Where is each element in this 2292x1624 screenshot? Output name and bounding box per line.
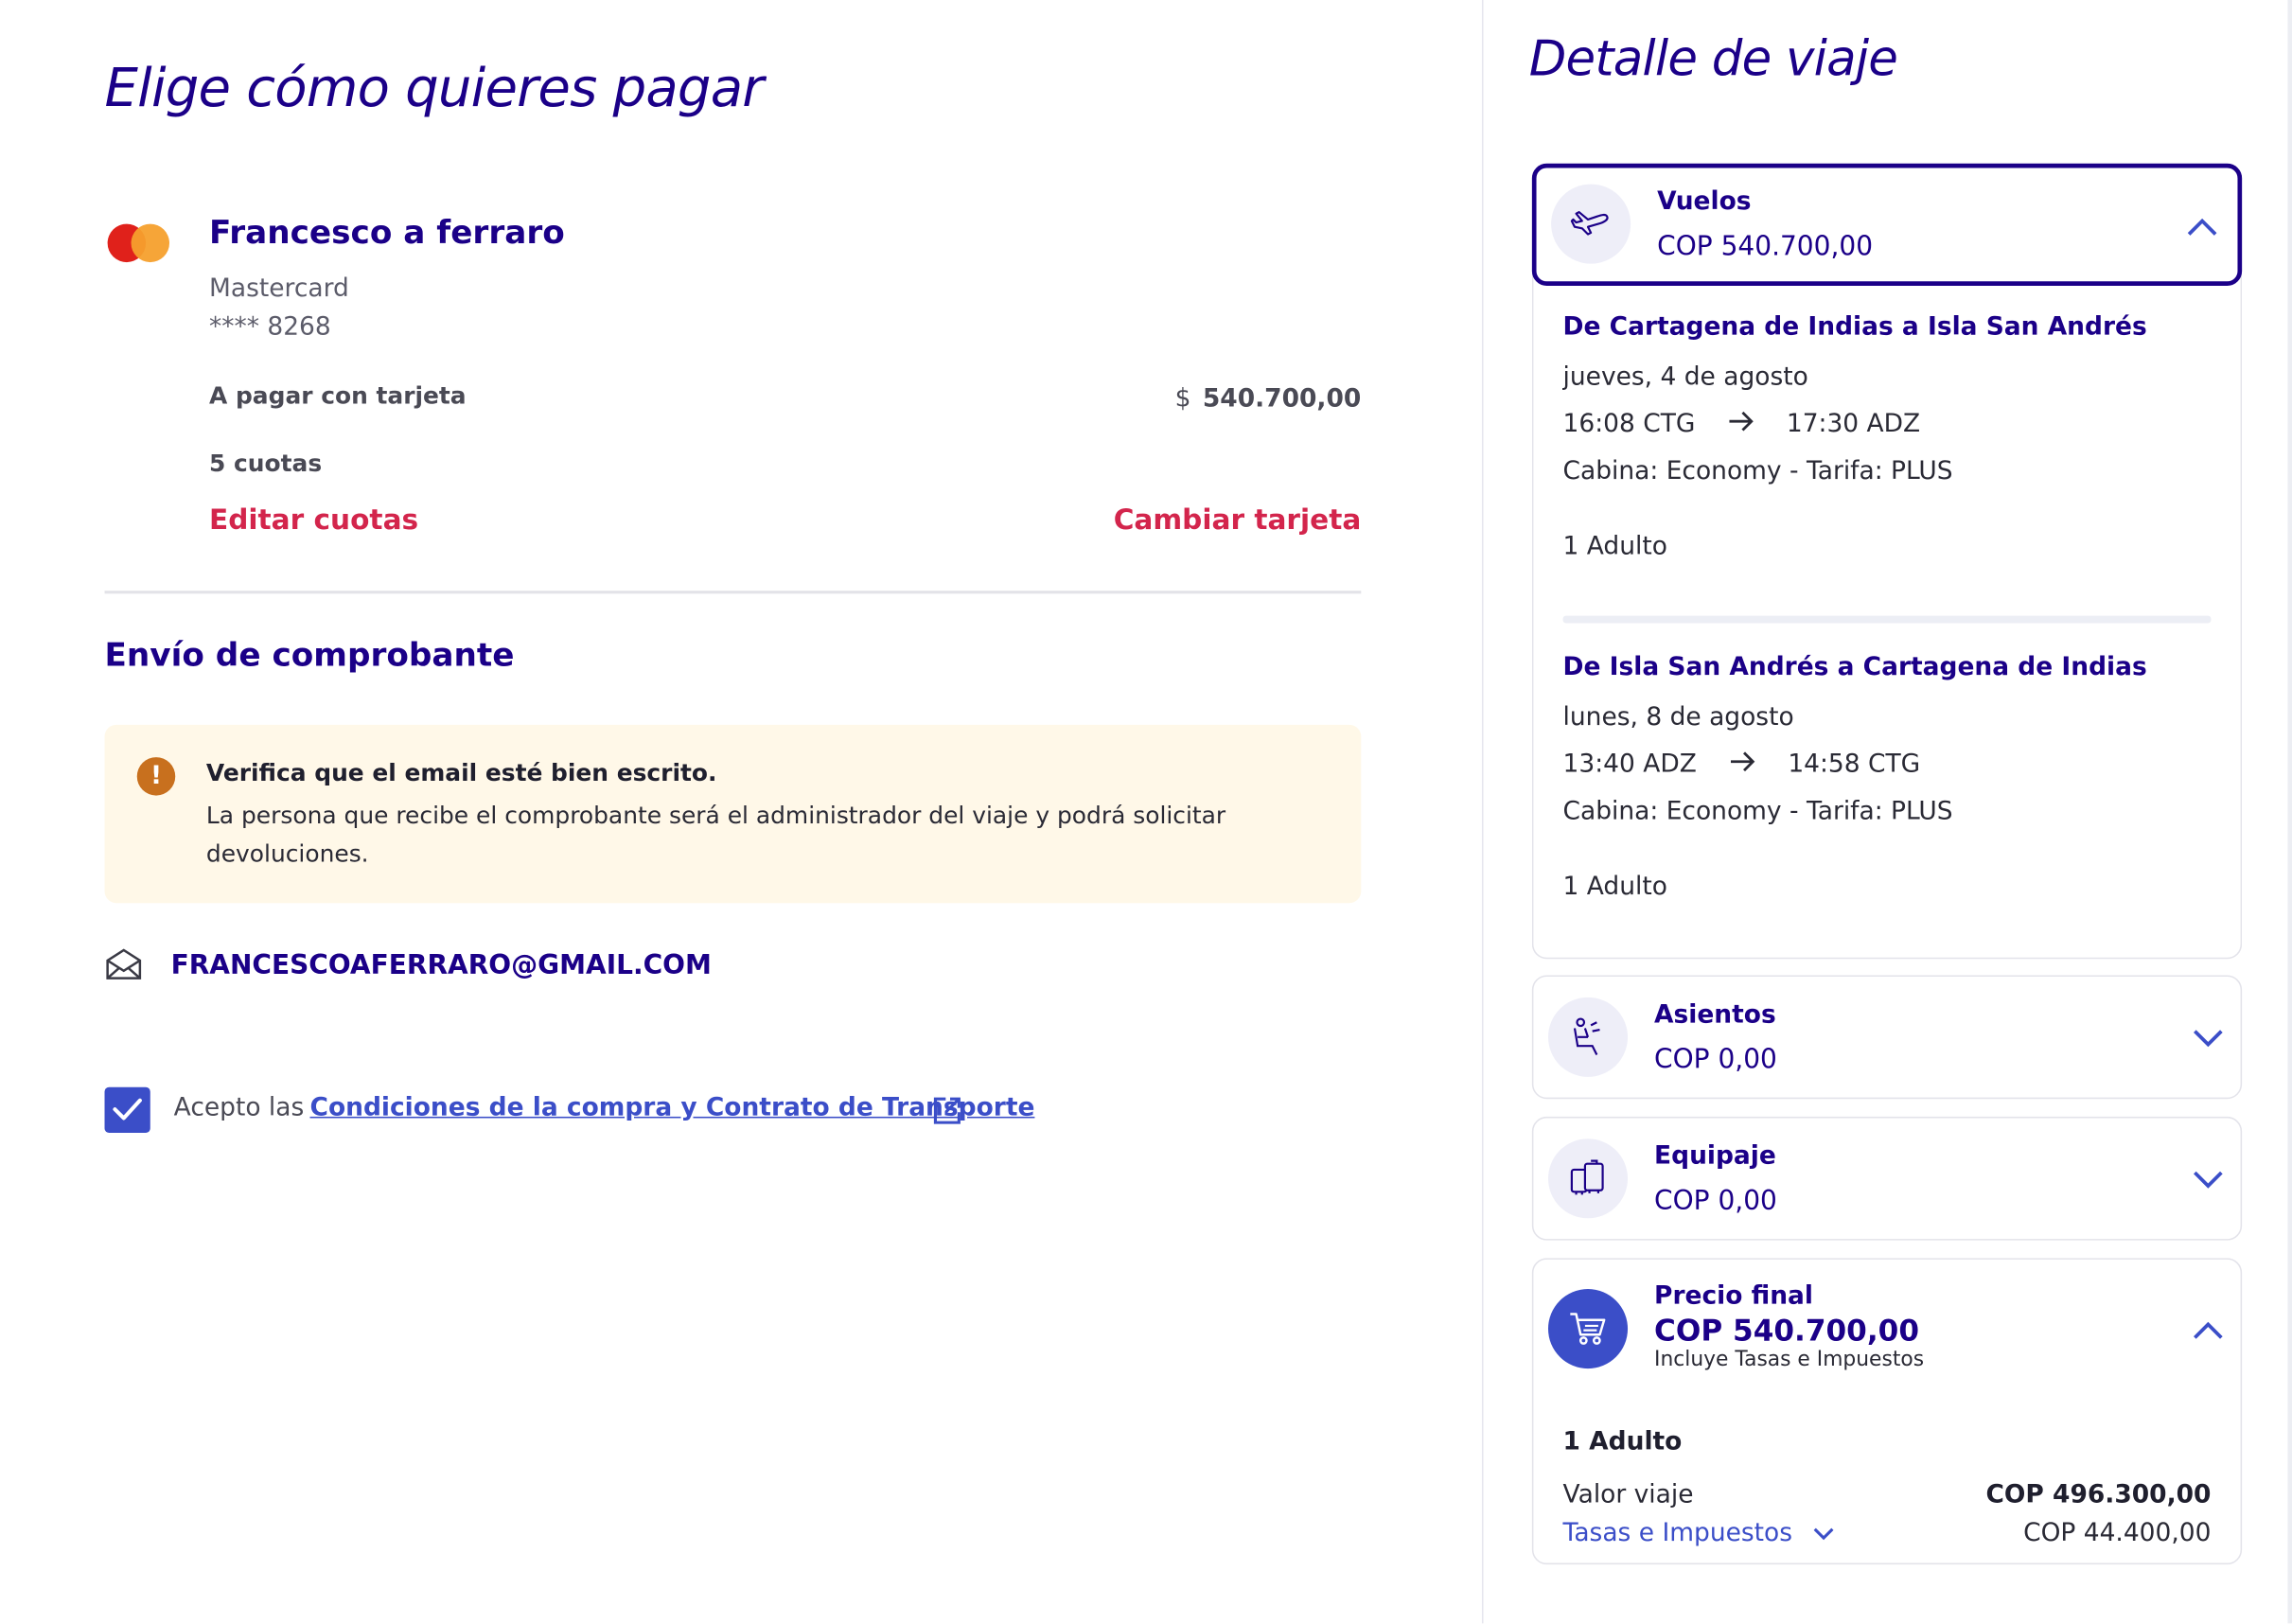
terms-checkbox[interactable] (104, 1086, 150, 1134)
flights-detail-panel: De Cartagena de Indias a Isla San Andrés… (1531, 236, 2243, 960)
card-brand: Mastercard (209, 274, 349, 304)
arrow-right-icon (1730, 751, 1754, 772)
final-price-value: COP 540.700,00 (1654, 1312, 1919, 1349)
departure-time: 16:08 CTG (1562, 409, 1696, 439)
fare-label: Valor viaje (1562, 1480, 1694, 1510)
seats-price: COP 0,00 (1654, 1044, 1777, 1076)
external-link-icon[interactable] (932, 1096, 961, 1125)
terms-link[interactable]: Condiciones de la compra y Contrato de T… (310, 1093, 1035, 1122)
chevron-up-icon (2187, 218, 2217, 236)
card-holder-name: Francesco a ferraro (209, 215, 565, 253)
page-title: Elige cómo quieres pagar (104, 59, 765, 120)
segment-date: jueves, 4 de agosto (1562, 362, 1808, 393)
chevron-up-icon[interactable] (2192, 1320, 2224, 1341)
arrival-time: 17:30 ADZ (1786, 409, 1921, 439)
final-price-note: Incluye Tasas e Impuestos (1654, 1348, 1925, 1372)
trip-detail-title: Detalle de viaje (1528, 29, 1898, 87)
segment-times: 16:08 CTG 17:30 ADZ (1563, 410, 1921, 439)
pay-with-card-label: A pagar con tarjeta (209, 381, 467, 410)
warning-icon: ! (136, 757, 176, 796)
installments-count: 5 cuotas (209, 449, 323, 478)
seats-accordion[interactable]: Asientos COP 0,00 (1531, 975, 2243, 1100)
chevron-down-icon (1813, 1527, 1834, 1541)
final-price-label: Precio final (1654, 1281, 1814, 1312)
seat-icon (1547, 997, 1629, 1077)
edit-installments-link[interactable]: Editar cuotas (209, 503, 418, 536)
terms-label: Acepto las Condiciones de la compra y Con… (174, 1093, 1035, 1122)
arrow-right-icon (1729, 411, 1754, 432)
baggage-price: COP 0,00 (1654, 1186, 1777, 1217)
alert-title: Verifica que el email esté bien escrito. (205, 758, 717, 787)
flights-label: Vuelos (1657, 186, 1752, 217)
final-passengers: 1 Adulto (1562, 1427, 1683, 1457)
taxes-value: COP 44.400,00 (2023, 1518, 2212, 1548)
segment-passengers: 1 Adulto (1562, 872, 1667, 902)
receipt-section-title: Envío de comprobante (104, 638, 515, 675)
final-price-panel: Precio final COP 540.700,00 Incluye Tasa… (1531, 1258, 2243, 1565)
column-divider (1481, 0, 1484, 1624)
receipt-email[interactable]: FRANCESCOAFERRARO@GMAIL.COM (171, 950, 712, 981)
baggage-label: Equipaje (1654, 1141, 1776, 1172)
currency-symbol: $ (1174, 384, 1191, 415)
departure-time: 13:40 ADZ (1562, 750, 1697, 780)
taxes-toggle[interactable]: Tasas e Impuestos (1563, 1519, 1836, 1548)
check-icon (113, 1098, 142, 1121)
segment-cabin: Cabina: Economy - Tarifa: PLUS (1562, 797, 1953, 827)
card-number: **** 8268 (209, 311, 331, 343)
chevron-down-icon (2194, 1171, 2223, 1189)
segment-route: De Cartagena de Indias a Isla San Andrés (1562, 311, 2147, 343)
baggage-accordion[interactable]: Equipaje COP 0,00 (1531, 1116, 2243, 1241)
flights-accordion-header[interactable]: Vuelos COP 540.700,00 (1531, 163, 2243, 286)
chevron-down-icon (2194, 1030, 2223, 1048)
pay-amount: $540.700,00 (1175, 384, 1362, 414)
segment-date: lunes, 8 de agosto (1562, 702, 1794, 733)
mastercard-logo-icon (107, 223, 172, 266)
email-warning-alert: ! Verifica que el email esté bien escrit… (104, 724, 1362, 904)
segment-route: De Isla San Andrés a Cartagena de Indias (1562, 652, 2147, 682)
flights-price: COP 540.700,00 (1657, 231, 1874, 263)
segment-passengers: 1 Adulto (1562, 531, 1667, 562)
fare-value: COP 496.300,00 (1985, 1480, 2212, 1510)
seats-label: Asientos (1654, 999, 1776, 1031)
taxes-label: Tasas e Impuestos (1562, 1518, 1793, 1548)
segment-cabin: Cabina: Economy - Tarifa: PLUS (1562, 456, 1953, 486)
scrollbar-track[interactable] (2287, 0, 2292, 1624)
segment-times: 13:40 ADZ 14:58 CTG (1563, 750, 1921, 779)
envelope-icon (106, 948, 142, 980)
segment-separator (1562, 615, 2212, 624)
luggage-icon (1547, 1139, 1629, 1219)
arrival-time: 14:58 CTG (1788, 750, 1921, 780)
pay-amount-value: 540.700,00 (1202, 384, 1362, 415)
terms-prefix: Acepto las (173, 1092, 305, 1123)
cart-icon (1547, 1289, 1629, 1369)
section-divider (104, 591, 1362, 594)
plane-icon (1551, 184, 1631, 264)
alert-text: La persona que recibe el comprobante ser… (205, 801, 1226, 868)
change-card-link[interactable]: Cambiar tarjeta (1114, 503, 1362, 536)
